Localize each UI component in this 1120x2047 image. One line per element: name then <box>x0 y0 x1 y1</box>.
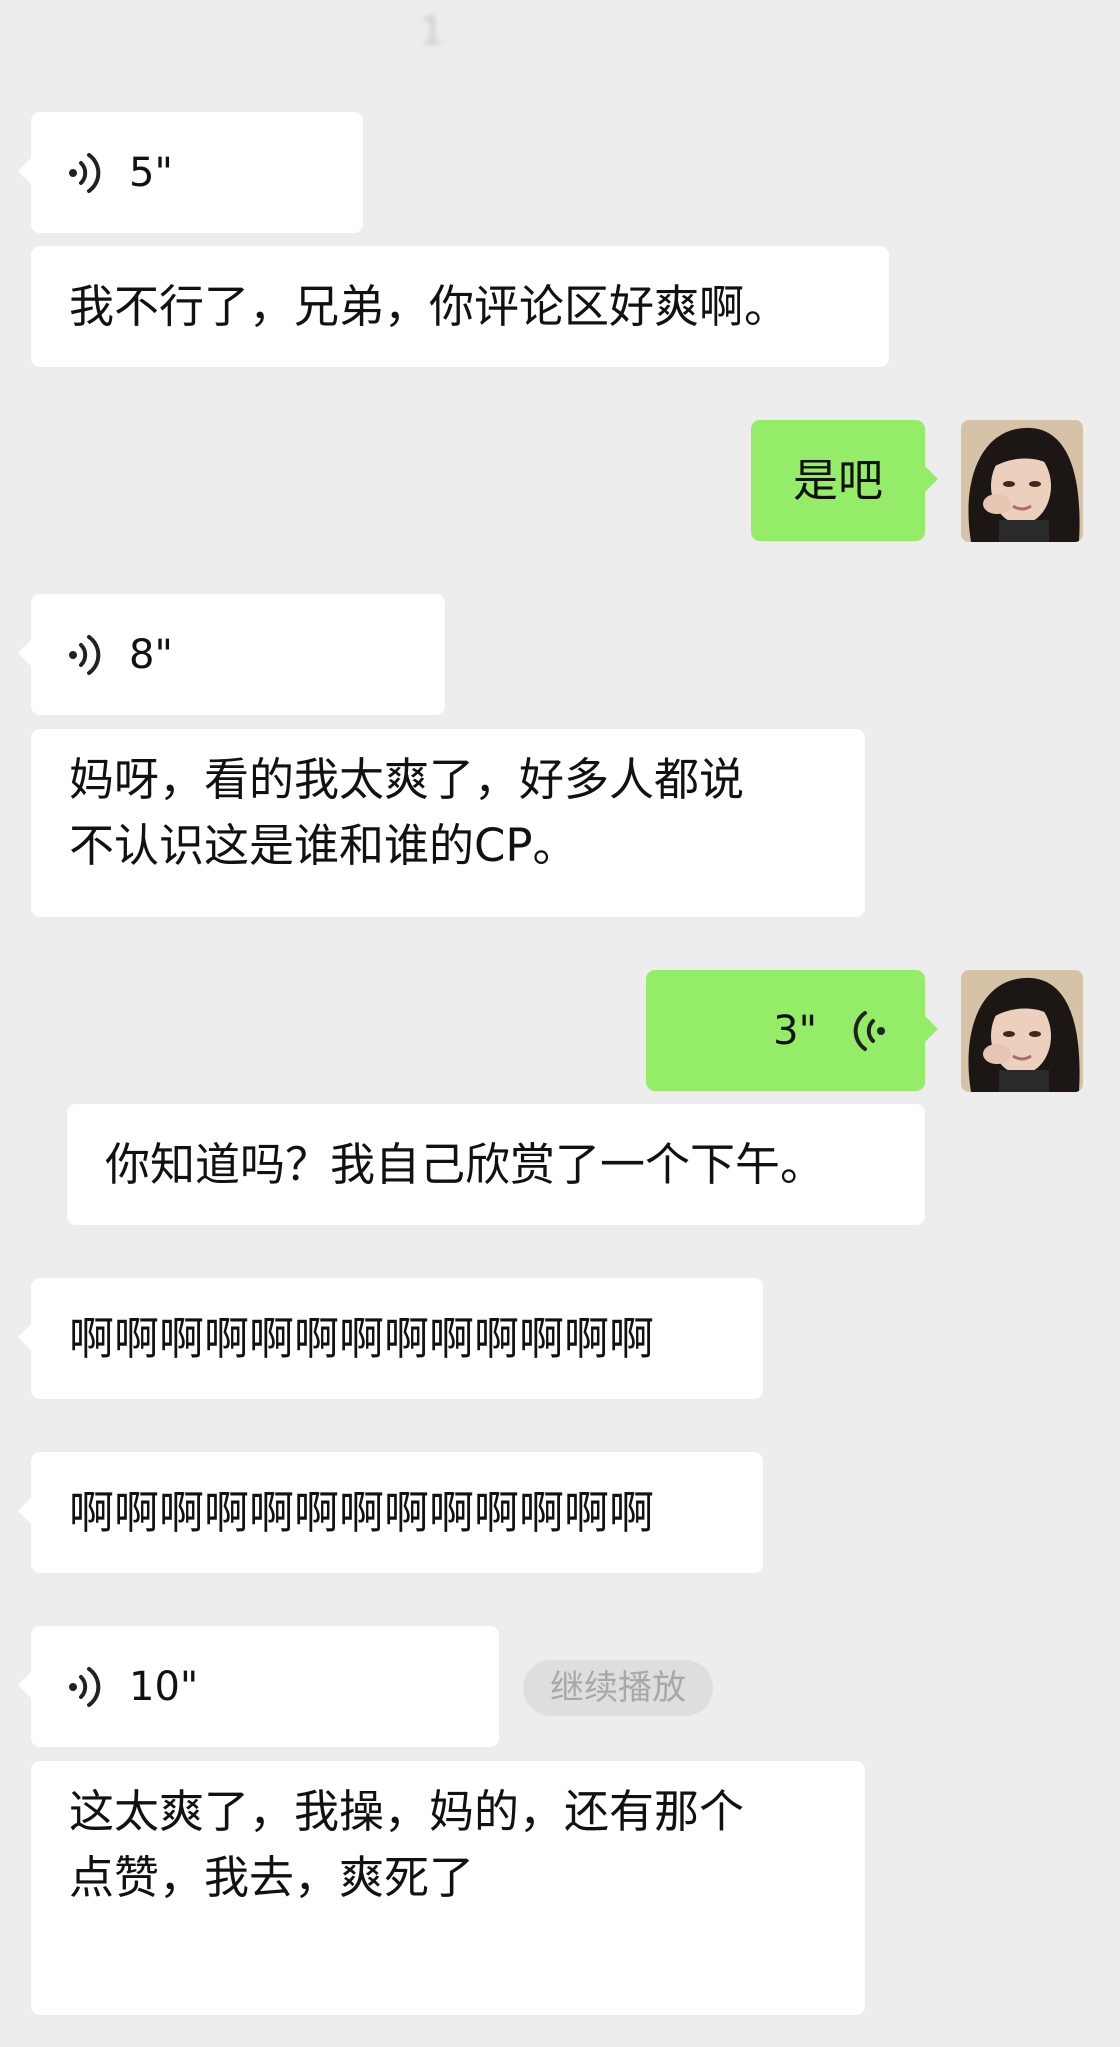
avatar[interactable] <box>961 420 1083 542</box>
message-text-line: 这太爽了，我操，妈的，还有那个 <box>69 1785 745 1838</box>
message-text: 我不行了，兄弟，你评论区好爽啊。 <box>69 279 790 333</box>
text-message-in[interactable]: 妈呀，看的我太爽了，好多人都说 不认识这是谁和谁的CP。 <box>31 729 865 917</box>
message-text: 啊啊啊啊啊啊啊啊啊啊啊啊啊 <box>69 1311 655 1365</box>
avatar-girl-icon <box>961 970 1083 1092</box>
text-message-in[interactable]: 你知道吗？我自己欣赏了一个下午。 <box>67 1104 925 1225</box>
message-text-line: 妈呀，看的我太爽了，好多人都说 <box>69 753 745 806</box>
avatar[interactable] <box>961 970 1083 1092</box>
text-message-in[interactable]: 我不行了，兄弟，你评论区好爽啊。 <box>31 246 889 367</box>
text-message-out[interactable]: 是吧 <box>751 420 938 541</box>
message-text: 啊啊啊啊啊啊啊啊啊啊啊啊啊 <box>69 1485 655 1539</box>
chat-title: 1 <box>420 9 445 53</box>
voice-duration: 3" <box>773 1007 817 1054</box>
voice-duration: 8" <box>129 631 173 678</box>
avatar-girl-icon <box>961 420 1083 542</box>
voice-message-in[interactable]: 5" <box>18 112 363 233</box>
voice-wave-icon <box>69 634 101 675</box>
voice-duration: 5" <box>129 149 173 196</box>
voice-duration: 10" <box>129 1663 199 1710</box>
continue-playing-button[interactable]: 继续播放 <box>523 1660 713 1716</box>
text-message-in[interactable]: 这太爽了，我操，妈的，还有那个 点赞，我去，爽死了 <box>31 1761 865 2015</box>
message-text-line: 点赞，我去，爽死了 <box>69 1851 475 1904</box>
voice-message-in[interactable]: 10" <box>18 1626 499 1747</box>
message-text: 是吧 <box>792 453 883 507</box>
voice-wave-icon <box>853 1010 885 1051</box>
voice-message-out[interactable]: 3" <box>646 970 938 1091</box>
voice-wave-icon <box>69 152 101 193</box>
text-message-in[interactable]: 啊啊啊啊啊啊啊啊啊啊啊啊啊 <box>18 1278 763 1399</box>
voice-wave-icon <box>69 1666 101 1707</box>
text-message-in[interactable]: 啊啊啊啊啊啊啊啊啊啊啊啊啊 <box>18 1452 763 1573</box>
message-text-line: 不认识这是谁和谁的CP。 <box>69 819 578 872</box>
message-text: 你知道吗？我自己欣赏了一个下午。 <box>105 1137 826 1191</box>
voice-message-in[interactable]: 8" <box>18 594 445 715</box>
